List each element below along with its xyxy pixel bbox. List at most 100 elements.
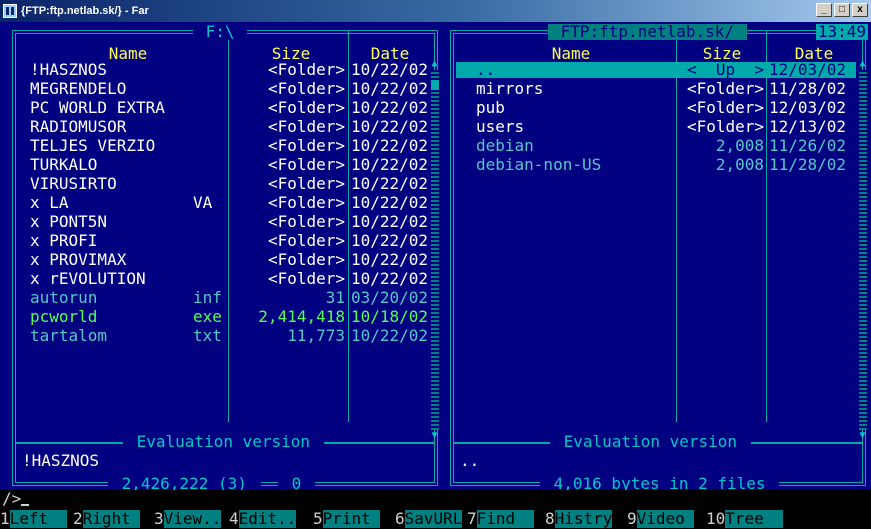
right-file-row[interactable]: debian 2,008 11/26/02 (456, 138, 856, 154)
left-scroll-up-icon[interactable]: ▲ (430, 58, 439, 70)
left-scroll-down-icon[interactable]: ▼ (430, 430, 439, 442)
left-evaluation-label: Evaluation version (123, 434, 324, 450)
right-column-date-header[interactable]: Date (768, 46, 860, 62)
function-key-number: 8 (545, 509, 555, 528)
minimize-button[interactable]: _ (816, 3, 832, 17)
right-file-row-selected[interactable]: .. < Up > 12/03/02 (456, 62, 856, 78)
file-name: tartalom (30, 328, 108, 344)
left-panel-path[interactable]: F:\ (193, 24, 248, 40)
file-size: 2,414,418 (258, 309, 345, 325)
function-key-9[interactable]: 9Video (627, 509, 695, 528)
right-scrollbar[interactable] (859, 70, 867, 430)
right-scroll-down-icon[interactable]: ▼ (858, 430, 867, 442)
right-column-size-header[interactable]: Size (680, 46, 764, 62)
function-key-3[interactable]: 3View.. (154, 510, 222, 528)
function-key-label: Tree (725, 509, 784, 528)
file-size: <Folder> (267, 195, 345, 211)
left-file-row[interactable]: x PROFI <Folder> 10/22/02 (18, 233, 430, 249)
left-panel[interactable]: F:\ Name Size Date !HASZNOS <Folder> 10/22… (8, 24, 442, 492)
function-key-6[interactable]: 6SavURL (395, 509, 463, 528)
file-date: 10/22/02 (351, 157, 429, 173)
file-date: 10/22/02 (351, 62, 429, 78)
function-key-label: Video (636, 509, 695, 528)
file-date: 10/22/02 (351, 233, 429, 249)
left-file-row[interactable]: PC WORLD EXTRA <Folder> 10/22/02 (18, 100, 430, 116)
file-name: x PROFI (30, 233, 98, 249)
file-date: 10/22/02 (351, 119, 429, 135)
right-current-item: .. (460, 451, 480, 470)
function-key-7[interactable]: 7Find (467, 510, 535, 528)
left-file-row[interactable]: autorun inf 31 03/20/02 (18, 290, 430, 306)
file-size: <Folder> (267, 214, 345, 230)
left-column-date-header[interactable]: Date (350, 46, 430, 62)
far-app-icon[interactable] (3, 4, 17, 18)
left-file-row[interactable]: !HASZNOS <Folder> 10/22/02 (18, 62, 430, 78)
left-file-row[interactable]: x LA VA <Folder> 10/22/02 (18, 195, 430, 211)
right-panel-path[interactable]: FTP:ftp.netlab.sk/ (548, 24, 747, 40)
file-date: 11/26/02 (769, 138, 847, 154)
file-date: 10/22/02 (351, 271, 429, 287)
cursor-caret (21, 504, 30, 506)
prompt-text: /> (2, 489, 22, 508)
left-file-row[interactable]: x rEVOLUTION <Folder> 10/22/02 (18, 271, 430, 287)
function-key-5[interactable]: 5Print (313, 509, 381, 528)
file-date: 10/22/02 (351, 195, 429, 211)
right-file-row[interactable]: debian-non-US 2,008 11/28/02 (456, 157, 856, 173)
file-date: 11/28/02 (769, 157, 847, 173)
close-button[interactable]: x (852, 3, 868, 17)
function-key-number: 9 (627, 509, 637, 528)
left-scrollbar[interactable] (431, 70, 439, 430)
file-size: <Folder> (267, 252, 345, 268)
left-file-row[interactable]: MEGRENDELO <Folder> 10/22/02 (18, 81, 430, 97)
function-key-10[interactable]: 10Tree (706, 509, 784, 528)
left-file-row[interactable]: x PROVIMAX <Folder> 10/22/02 (18, 252, 430, 268)
left-column-size-header[interactable]: Size (236, 46, 346, 62)
maximize-button[interactable]: □ (834, 3, 850, 17)
left-file-row[interactable]: tartalom txt 11,773 10/22/02 (18, 328, 430, 344)
left-file-row[interactable]: pcworld exe 2,414,418 10/18/02 (18, 309, 430, 325)
function-key-2[interactable]: 2Right (73, 510, 141, 528)
right-panel[interactable]: FTP:ftp.netlab.sk/ 13:49 Name Size Date … (446, 24, 870, 492)
function-key-label: SavURL (404, 509, 463, 528)
right-file-row[interactable]: mirrors <Folder> 11/28/02 (456, 81, 856, 97)
command-prompt[interactable]: /> (2, 489, 30, 508)
file-size: <Folder> (267, 119, 345, 135)
left-column-name-header[interactable]: Name (28, 46, 228, 62)
right-file-row[interactable]: pub <Folder> 12/03/02 (456, 100, 856, 116)
file-size: <Folder> (686, 81, 764, 97)
title-bar[interactable]: {FTP:ftp.netlab.sk/} - Far _ □ x (0, 0, 871, 22)
function-key-1[interactable]: 1Left (0, 509, 68, 528)
command-line[interactable]: /> (0, 490, 871, 508)
right-scroll-up-icon[interactable]: ▲ (858, 58, 867, 70)
file-name: mirrors (476, 81, 544, 97)
left-file-row[interactable]: VIRUSIRTO <Folder> 10/22/02 (18, 176, 430, 192)
function-key-number: 6 (395, 509, 405, 528)
function-key-8[interactable]: 8Histry (545, 509, 613, 528)
file-name: debian (476, 138, 534, 154)
file-name: x PONT5N (30, 214, 108, 230)
right-file-row[interactable]: users <Folder> 12/13/02 (456, 119, 856, 135)
function-key-label: Print (322, 509, 381, 528)
left-file-row[interactable]: TURKALO <Folder> 10/22/02 (18, 157, 430, 173)
right-evaluation-label: Evaluation version (550, 434, 751, 450)
file-date: 10/22/02 (351, 81, 429, 97)
file-size: <Folder> (267, 81, 345, 97)
file-size: 31 (325, 290, 345, 306)
left-file-list: !HASZNOS <Folder> 10/22/02 MEGRENDELO <Folde… (18, 62, 430, 438)
left-file-row[interactable]: x PONT5N <Folder> 10/22/02 (18, 214, 430, 230)
function-key-label: Left (9, 509, 68, 528)
file-extension: inf (193, 290, 222, 306)
function-key-4[interactable]: 4Edit.. (229, 510, 297, 528)
file-size: <Folder> (267, 157, 345, 173)
file-name: pcworld (30, 309, 98, 325)
left-file-row[interactable]: TELJES VERZIO <Folder> 10/22/02 (18, 138, 430, 154)
file-date: 10/22/02 (351, 328, 429, 344)
file-name: !HASZNOS (30, 62, 108, 78)
left-file-row[interactable]: RADIOMUSOR <Folder> 10/22/02 (18, 119, 430, 135)
file-size: 2,008 (715, 157, 764, 173)
file-name: .. (476, 62, 496, 78)
right-column-name-header[interactable]: Name (466, 46, 676, 62)
right-file-list: .. < Up > 12/03/02 mirrors <Folder> 11/28/02 p… (456, 62, 858, 438)
file-date: 10/22/02 (351, 176, 429, 192)
left-scroll-thumb[interactable] (431, 80, 439, 90)
